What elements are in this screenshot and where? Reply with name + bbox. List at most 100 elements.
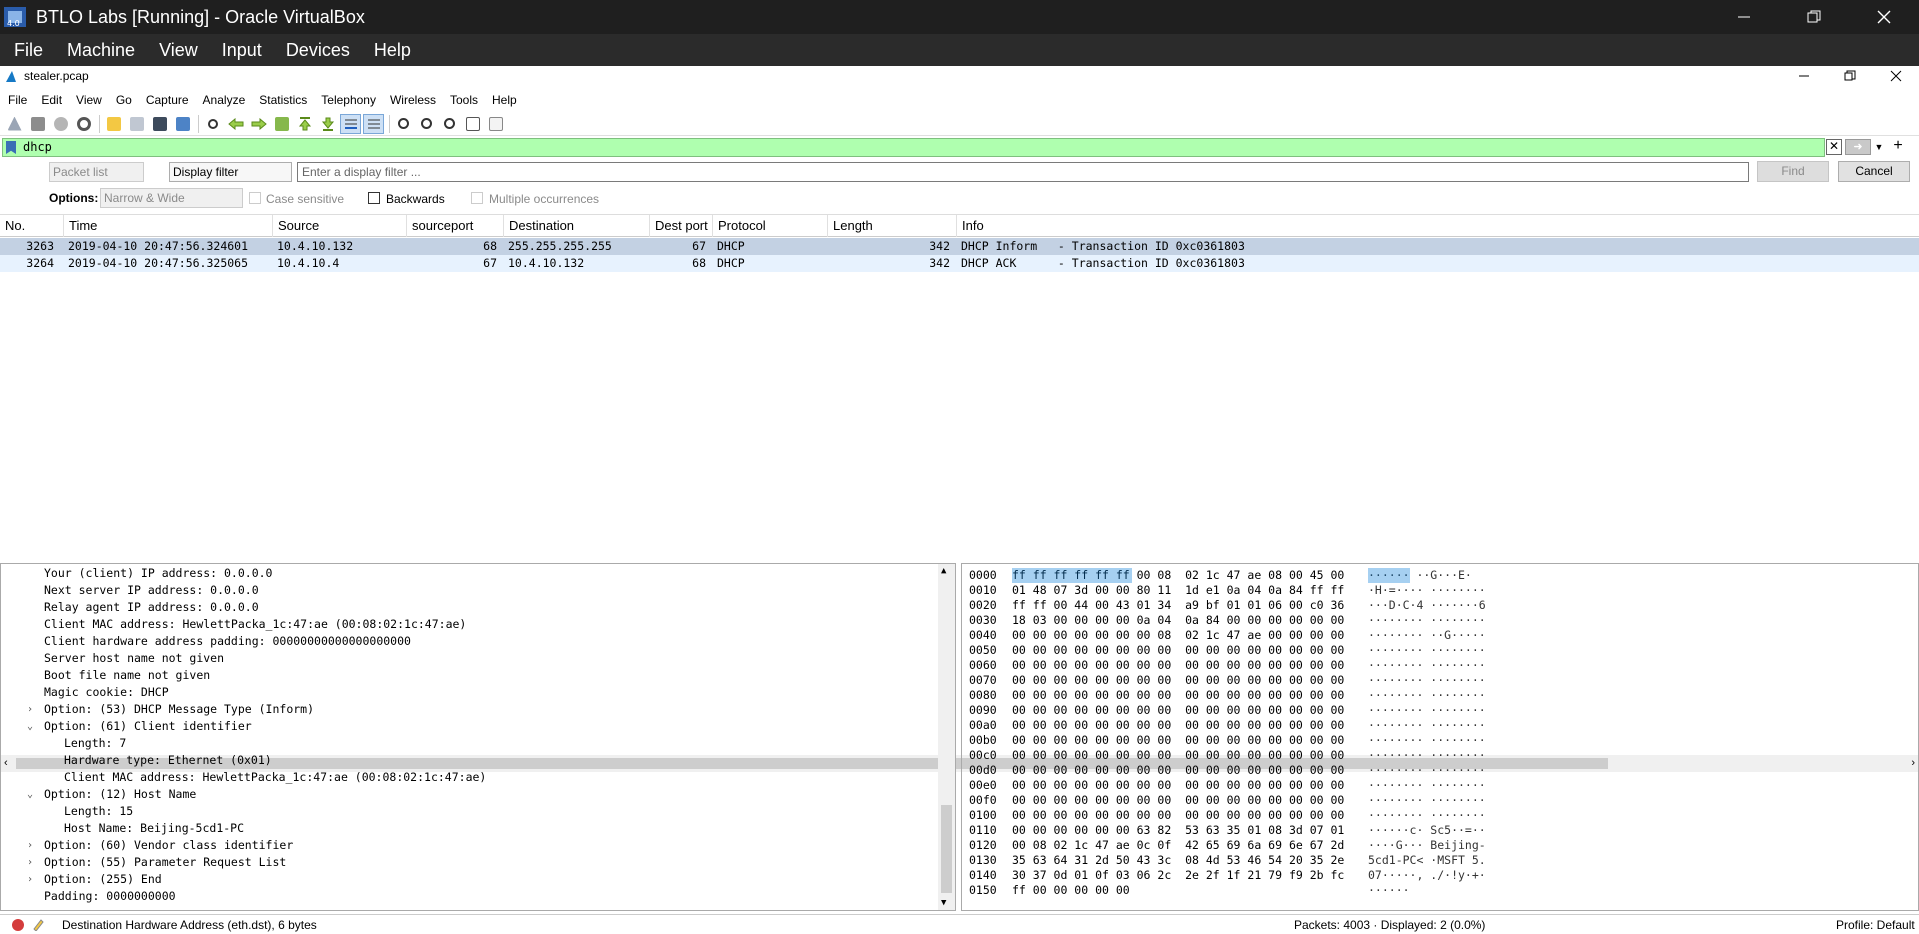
- ws-menu-analyze[interactable]: Analyze: [195, 93, 252, 107]
- normal-size-icon[interactable]: [439, 114, 460, 134]
- open-file-icon[interactable]: [103, 114, 124, 134]
- hex-bytes[interactable]: 35 63 64 31 2d 50 43 3c 08 4d 53 46 54 2…: [1012, 853, 1344, 868]
- search-type-select[interactable]: Display filter: [169, 162, 292, 182]
- hex-ascii[interactable]: ······: [1368, 883, 1410, 898]
- charset-select[interactable]: Narrow & Wide: [100, 188, 243, 208]
- hex-ascii[interactable]: ········ ········: [1368, 733, 1486, 748]
- detail-line[interactable]: Option: (60) Vendor class identifier: [44, 837, 293, 854]
- detail-line[interactable]: Option: (255) End: [44, 871, 162, 888]
- hex-bytes[interactable]: 00 00 00 00 00 00 00 00 00 00 00 00 00 0…: [1012, 658, 1344, 673]
- column-header-time[interactable]: Time: [64, 215, 273, 237]
- hex-ascii[interactable]: ········ ········: [1368, 808, 1486, 823]
- add-filter-button-icon[interactable]: +: [1890, 137, 1906, 155]
- ws-menu-tools[interactable]: Tools: [442, 93, 484, 107]
- hex-bytes[interactable]: 00 00 00 00 00 00 00 00 00 00 00 00 00 0…: [1012, 673, 1344, 688]
- go-to-packet-icon[interactable]: [271, 114, 292, 134]
- ws-menu-view[interactable]: View: [68, 93, 108, 107]
- detail-line[interactable]: Next server IP address: 0.0.0.0: [44, 582, 259, 599]
- scroll-up-icon[interactable]: ▲: [941, 566, 946, 576]
- multiple-occurrences-checkbox[interactable]: [471, 192, 483, 204]
- hex-bytes[interactable]: 00 00 00 00 00 00 00 00 00 00 00 00 00 0…: [1012, 688, 1344, 703]
- column-header-no[interactable]: No.: [0, 215, 64, 237]
- hex-bytes[interactable]: 00 00 00 00 00 00 00 00 00 00 00 00 00 0…: [1012, 778, 1344, 793]
- expand-arrow-right-icon[interactable]: ›: [27, 837, 33, 854]
- vbox-menu-devices[interactable]: Devices: [272, 40, 360, 61]
- hex-ascii[interactable]: ········ ········: [1368, 688, 1486, 703]
- detail-line[interactable]: Client MAC address: HewlettPacka_1c:47:a…: [64, 769, 486, 786]
- hex-bytes[interactable]: 00 00 00 00 00 00 00 00 00 00 00 00 00 0…: [1012, 643, 1344, 658]
- detail-line[interactable]: Option: (12) Host Name: [44, 786, 196, 803]
- go-back-icon[interactable]: [225, 114, 246, 134]
- detail-line[interactable]: Relay agent IP address: 0.0.0.0: [44, 599, 259, 616]
- restart-capture-icon[interactable]: [50, 114, 71, 134]
- ws-menu-wireless[interactable]: Wireless: [382, 93, 442, 107]
- clear-filter-icon[interactable]: ✕: [1826, 139, 1842, 155]
- hex-ascii[interactable]: 07·····, ./·!y·+·: [1368, 868, 1486, 883]
- column-header-length[interactable]: Length: [828, 215, 957, 237]
- resize-columns-icon[interactable]: [462, 114, 483, 134]
- start-capture-icon[interactable]: [4, 114, 25, 134]
- detail-line[interactable]: Option: (61) Client identifier: [44, 718, 252, 735]
- expand-arrow-right-icon[interactable]: ›: [27, 854, 33, 871]
- hex-ascii[interactable]: ········ ········: [1368, 793, 1486, 808]
- detail-line[interactable]: Magic cookie: DHCP: [44, 684, 169, 701]
- hex-bytes[interactable]: 00 00 00 00 00 00 00 00 00 00 00 00 00 0…: [1012, 703, 1344, 718]
- detail-line[interactable]: Padding: 0000000000: [44, 888, 176, 905]
- stop-capture-icon[interactable]: [27, 114, 48, 134]
- hex-ascii[interactable]: ········ ··G·····: [1368, 628, 1486, 643]
- vscroll-thumb[interactable]: [941, 805, 952, 893]
- zoom-out-icon[interactable]: [416, 114, 437, 134]
- hex-ascii[interactable]: ······c· Sc5··=··: [1368, 823, 1486, 838]
- hex-ascii[interactable]: 5cd1-PC< ·MSFT 5.: [1368, 853, 1486, 868]
- save-file-icon[interactable]: [126, 114, 147, 134]
- edit-comment-icon[interactable]: [32, 918, 45, 932]
- hex-ascii[interactable]: ········ ········: [1368, 748, 1486, 763]
- detail-line[interactable]: Option: (55) Parameter Request List: [44, 854, 286, 871]
- hex-ascii[interactable]: ········ ········: [1368, 703, 1486, 718]
- ws-menu-file[interactable]: File: [0, 93, 33, 107]
- hex-ascii[interactable]: ········ ········: [1368, 778, 1486, 793]
- hex-bytes[interactable]: 00 00 00 00 00 00 00 00 00 00 00 00 00 0…: [1012, 763, 1344, 778]
- autoscroll-icon[interactable]: [340, 113, 361, 134]
- apply-filter-icon[interactable]: ➜: [1845, 139, 1871, 155]
- hex-ascii[interactable]: ········ ········: [1368, 658, 1486, 673]
- cancel-button[interactable]: Cancel: [1838, 161, 1910, 182]
- ws-close-button[interactable]: [1873, 66, 1919, 86]
- find-packet-icon[interactable]: [202, 114, 223, 134]
- ws-minimize-button[interactable]: [1781, 66, 1827, 86]
- hex-ascii[interactable]: ········ ········: [1368, 763, 1486, 778]
- ws-menu-help[interactable]: Help: [484, 93, 523, 107]
- hex-ascii[interactable]: ···D·C·4 ·······6: [1368, 598, 1486, 613]
- expert-info-icon[interactable]: [12, 918, 24, 931]
- backwards-checkbox[interactable]: [368, 192, 380, 204]
- first-packet-icon[interactable]: [294, 114, 315, 134]
- detail-line[interactable]: Server host name not given: [44, 650, 224, 667]
- capture-options-icon[interactable]: [73, 114, 94, 134]
- expand-arrow-down-icon[interactable]: ⌄: [27, 718, 33, 735]
- hex-bytes[interactable]: 00 00 00 00 00 00 00 00 00 00 00 00 00 0…: [1012, 748, 1344, 763]
- column-header-dest-port[interactable]: Dest port: [650, 215, 713, 237]
- hex-ascii[interactable]: ·H·=···· ········: [1368, 583, 1486, 598]
- hex-ascii[interactable]: ········ ········: [1368, 643, 1486, 658]
- detail-line[interactable]: Boot file name not given: [44, 667, 210, 684]
- scroll-down-icon[interactable]: ▼: [941, 898, 946, 908]
- last-packet-icon[interactable]: [317, 114, 338, 134]
- hex-ascii[interactable]: ········ ········: [1368, 718, 1486, 733]
- close-file-icon[interactable]: [149, 114, 170, 134]
- hex-bytes[interactable]: ff 00 00 00 00 00: [1012, 883, 1130, 898]
- find-search-field[interactable]: Enter a display filter ...: [297, 162, 1749, 182]
- column-header-sourceport[interactable]: sourceport: [407, 215, 504, 237]
- column-header-destination[interactable]: Destination: [504, 215, 650, 237]
- ws-menu-statistics[interactable]: Statistics: [251, 93, 313, 107]
- expand-arrow-down-icon[interactable]: ⌄: [27, 786, 33, 803]
- search-in-select[interactable]: Packet list: [49, 162, 144, 182]
- hex-bytes[interactable]: 01 48 07 3d 00 00 80 11 1d e1 0a 04 0a 8…: [1012, 583, 1344, 598]
- layout-icon[interactable]: [485, 114, 506, 134]
- detail-line[interactable]: Host Name: Beijing-5cd1-PC: [64, 820, 244, 837]
- hex-bytes[interactable]: 00 00 00 00 00 00 63 82 53 63 35 01 08 3…: [1012, 823, 1344, 838]
- packet-row[interactable]: 3263 2019-04-10 20:47:56.324601 10.4.10.13…: [0, 238, 1919, 255]
- hex-bytes[interactable]: ff ff 00 44 00 43 01 34 a9 bf 01 01 06 0…: [1012, 598, 1344, 613]
- ws-restore-button[interactable]: [1827, 66, 1873, 86]
- go-forward-icon[interactable]: [248, 114, 269, 134]
- vbox-menu-file[interactable]: File: [0, 40, 53, 61]
